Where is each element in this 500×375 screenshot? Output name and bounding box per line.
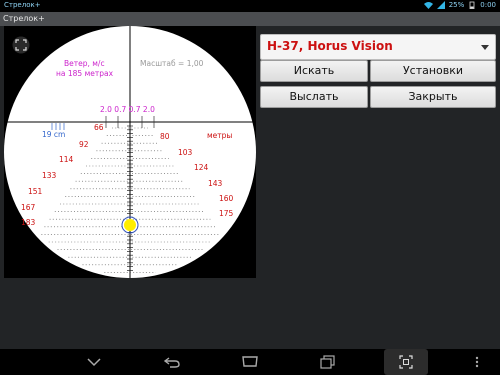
distance-left-3: 133 — [42, 171, 57, 180]
distance-right-5: 175 — [219, 209, 234, 218]
reticle-view[interactable]: Ветер, м/с на 185 метрах Масштаб = 1,00 … — [4, 26, 256, 278]
distance-right-3: 143 — [208, 179, 223, 188]
wind-label-line1: Ветер, м/с — [64, 59, 105, 68]
status-bar: Стрелок+ 25% 0:00 — [0, 0, 500, 12]
navigation-bar — [0, 349, 500, 375]
reticle-selector[interactable]: H-37, Horus Vision — [260, 34, 496, 60]
distance-left-1: 92 — [79, 140, 89, 149]
more-vert-icon — [475, 356, 479, 368]
home-icon — [242, 356, 258, 367]
nav-screenshot-button[interactable] — [384, 349, 428, 375]
distance-right-0: 80 — [160, 132, 170, 141]
scale-label: Масштаб = 1,00 — [140, 59, 204, 68]
distance-right-4: 160 — [219, 194, 234, 203]
reticle-selector-value: H-37, Horus Vision — [267, 39, 393, 53]
screenshot-icon — [399, 355, 413, 369]
wind-values: 2.0 0.7 0.7 2.0 — [100, 105, 155, 114]
wind-label-line2: на 185 метрах — [56, 69, 114, 78]
back-icon — [163, 357, 180, 368]
search-button[interactable]: Искать — [260, 60, 368, 82]
nav-home-button[interactable] — [228, 349, 272, 375]
distance-left-4: 151 — [28, 187, 43, 196]
nav-down-button[interactable] — [72, 349, 116, 375]
chevron-down-icon — [87, 358, 101, 367]
aim-point — [124, 219, 136, 231]
battery-percent: 25% — [448, 1, 465, 9]
distance-left-5: 167 — [21, 203, 36, 212]
distance-right-2: 124 — [194, 163, 209, 172]
nav-recents-button[interactable] — [306, 349, 350, 375]
status-indicators: 25% 0:00 — [423, 1, 496, 9]
app-title: Стрелок+ — [3, 14, 45, 23]
fullscreen-icon[interactable] — [12, 36, 30, 54]
reticle-svg: Ветер, м/с на 185 метрах Масштаб = 1,00 … — [4, 26, 256, 278]
status-notification: Стрелок+ — [4, 1, 41, 9]
battery-icon — [469, 1, 475, 9]
distance-unit-label: метры — [207, 131, 232, 140]
signal-icon — [436, 1, 445, 9]
clock: 0:00 — [480, 1, 496, 9]
distance-left-2: 114 — [59, 155, 74, 164]
send-button[interactable]: Выслать — [260, 86, 368, 108]
close-button[interactable]: Закрыть — [370, 86, 496, 108]
nav-back-button[interactable] — [150, 349, 194, 375]
settings-button[interactable]: Установки — [370, 60, 496, 82]
distance-left-6: 183 — [21, 218, 36, 227]
chevron-down-icon — [481, 45, 489, 50]
wifi-icon — [423, 2, 433, 9]
recents-icon — [320, 355, 335, 369]
distance-right-1: 103 — [178, 148, 193, 157]
distance-left-0: 66 — [94, 123, 104, 132]
nav-menu-button[interactable] — [462, 349, 492, 375]
app-titlebar: Стрелок+ — [0, 12, 500, 26]
app-content: Ветер, м/с на 185 метрах Масштаб = 1,00 … — [0, 26, 500, 349]
size-label: 19 cm — [42, 130, 65, 139]
